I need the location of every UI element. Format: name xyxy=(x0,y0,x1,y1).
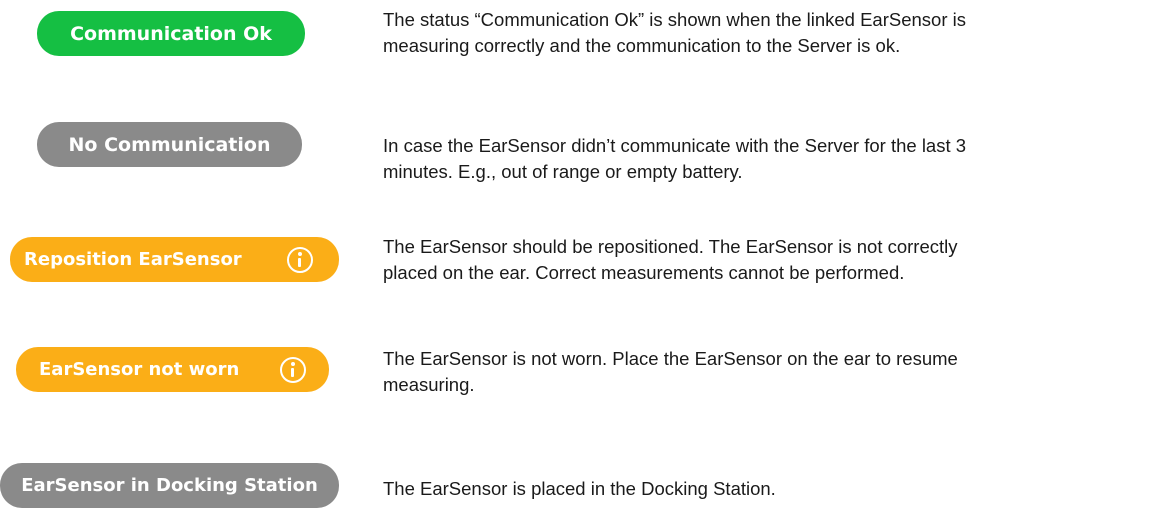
status-badge-no-communication: No Communication xyxy=(37,122,302,167)
status-description-line: placed on the ear. Correct measurements … xyxy=(383,262,905,283)
info-circle-icon[interactable] xyxy=(280,356,306,383)
status-description-line: The status “Communication Ok” is shown w… xyxy=(383,9,967,30)
status-description: The EarSensor should be repositioned. Th… xyxy=(383,234,958,286)
status-description-line: The EarSensor should be repositioned. Th… xyxy=(383,236,958,257)
status-badge-label: Communication Ok xyxy=(70,22,272,45)
status-description: In case the EarSensor didn’t communicate… xyxy=(383,133,966,185)
status-description: The status “Communication Ok” is shown w… xyxy=(383,7,966,59)
status-badge-label: Reposition EarSensor xyxy=(24,249,242,270)
status-description-line: measuring correctly and the communicatio… xyxy=(383,35,901,56)
status-badge-label: EarSensor in Docking Station xyxy=(21,475,318,496)
status-description: The EarSensor is not worn. Place the Ear… xyxy=(383,346,958,398)
status-badge-label: EarSensor not worn xyxy=(39,359,240,380)
status-badge-earsensor-not-worn: EarSensor not worn xyxy=(16,347,329,392)
status-description-line: minutes. E.g., out of range or empty bat… xyxy=(383,161,743,182)
status-description-line: measuring. xyxy=(383,374,475,395)
status-description-line: The EarSensor is not worn. Place the Ear… xyxy=(383,348,958,369)
info-circle-icon[interactable] xyxy=(287,246,313,273)
status-badge-reposition-earsensor: Reposition EarSensor xyxy=(10,237,339,282)
status-description-line: The EarSensor is placed in the Docking S… xyxy=(383,478,776,499)
status-badge-earsensor-in-docking-station: EarSensor in Docking Station xyxy=(0,463,339,508)
status-badge-label: No Communication xyxy=(68,133,271,156)
status-description-line: In case the EarSensor didn’t communicate… xyxy=(383,135,967,156)
status-badge-communication-ok: Communication Ok xyxy=(37,11,305,56)
status-description: The EarSensor is placed in the Docking S… xyxy=(383,476,776,502)
